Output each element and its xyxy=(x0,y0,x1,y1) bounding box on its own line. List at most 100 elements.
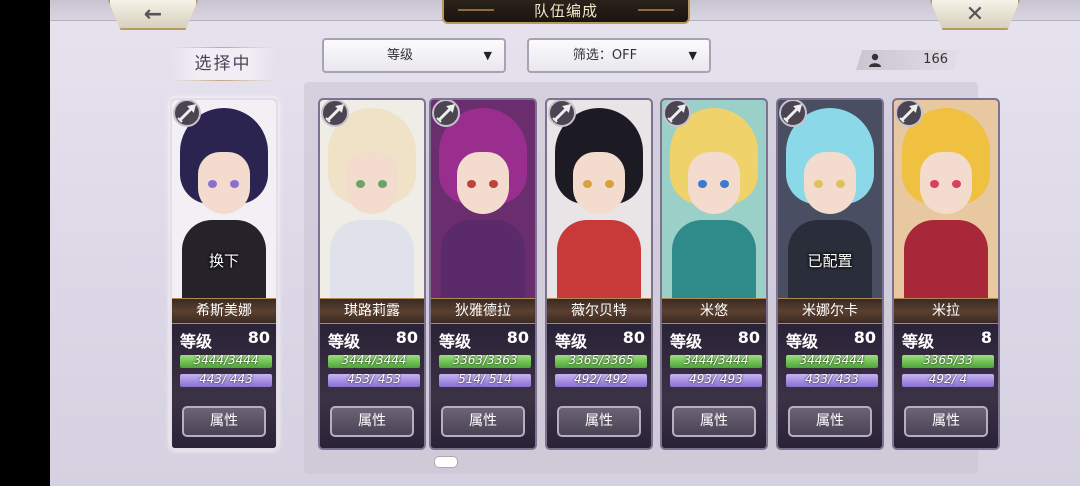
attributes-button[interactable]: 属性 xyxy=(788,406,872,437)
portrait-eye xyxy=(208,180,217,188)
sort-dropdown[interactable]: 等级 ▼ xyxy=(322,38,506,73)
hp-bar: 3444/3444 xyxy=(786,355,878,368)
sort-dropdown-label: 等级 xyxy=(386,48,413,63)
level-row: 等级 80 xyxy=(439,328,529,351)
chevron-down-icon: ▼ xyxy=(483,49,492,62)
chevron-down-icon: ▼ xyxy=(688,49,697,62)
mp-bar: 493/ 493 xyxy=(670,374,762,387)
weapon-type-icon xyxy=(662,100,692,128)
level-row: 等级 80 xyxy=(180,328,270,351)
attributes-button[interactable]: 属性 xyxy=(904,406,988,437)
selected-character-card[interactable]: 换下 希斯美娜 等级 80 3444/3444 443/ 443 属性 xyxy=(170,98,278,450)
portrait-face xyxy=(804,152,856,214)
mp-value: 493/ 493 xyxy=(689,374,743,386)
level-label: 等级 xyxy=(180,332,213,351)
portrait-eye xyxy=(583,180,592,188)
screen-title: 队伍编成 xyxy=(442,0,690,24)
close-button[interactable]: ✕ xyxy=(930,0,1020,30)
character-card[interactable]: 米悠 等级 80 3444/3444 493/ 493 属性 xyxy=(660,98,768,450)
level-label: 等级 xyxy=(786,332,819,351)
user-icon xyxy=(869,53,881,67)
portrait-eye xyxy=(605,180,614,188)
back-arrow-icon: ← xyxy=(143,1,163,27)
level-value: 80 xyxy=(853,328,876,347)
level-value: 80 xyxy=(506,328,529,347)
mp-bar: 443/ 443 xyxy=(180,374,272,387)
portrait-eye xyxy=(720,180,729,188)
character-portrait xyxy=(662,100,766,298)
filter-dropdown[interactable]: 筛选：OFF ▼ xyxy=(527,38,711,73)
weapon-type-icon xyxy=(894,100,924,128)
portrait-body xyxy=(330,220,414,298)
game-screen: ← 队伍编成 ✕ 选择中 等级 ▼ 筛选：OFF ▼ 166 换下 希斯美娜 等级 8… xyxy=(50,0,1080,486)
character-portrait xyxy=(431,100,535,298)
attributes-button[interactable]: 属性 xyxy=(557,406,641,437)
mp-value: 453/ 453 xyxy=(347,374,401,386)
level-value: 80 xyxy=(622,328,645,347)
portrait-face xyxy=(198,152,250,214)
level-label: 等级 xyxy=(439,332,472,351)
character-card[interactable]: 狄雅德拉等级 80 3363/3363 514/ 514 属性 xyxy=(429,98,537,450)
scrollbar-thumb[interactable] xyxy=(434,456,458,468)
weapon-type-icon xyxy=(320,100,350,128)
attributes-button[interactable]: 属性 xyxy=(330,406,414,437)
weapon-type-icon xyxy=(172,100,202,128)
hp-value: 3444/3444 xyxy=(799,355,865,367)
mp-bar: 433/ 433 xyxy=(786,374,878,387)
portrait-face xyxy=(573,152,625,214)
filter-dropdown-label: 筛选：OFF xyxy=(572,48,638,63)
character-name: 狄雅德拉 xyxy=(431,298,535,324)
mp-value: 492/ 4 xyxy=(928,374,968,386)
character-name: 琪路莉露 xyxy=(320,298,424,324)
character-card[interactable]: 琪路莉露 等级 80 3444/3444 453/ 453 属性 xyxy=(318,98,426,450)
character-card[interactable]: 已配置 米娜尔卡 等级 80 3444/3444 433/ 433 属性 xyxy=(776,98,884,450)
count-value: 166 xyxy=(923,52,948,67)
character-stats: 等级 80 3444/3444 433/ 433 属性 xyxy=(778,324,882,448)
attributes-button[interactable]: 属性 xyxy=(441,406,525,437)
portrait-eye xyxy=(489,180,498,188)
back-button[interactable]: ← xyxy=(108,0,198,30)
character-portrait xyxy=(894,100,998,298)
close-icon: ✕ xyxy=(965,1,985,27)
portrait-eye xyxy=(930,180,939,188)
mp-value: 433/ 433 xyxy=(805,374,859,386)
hp-value: 3444/3444 xyxy=(683,355,749,367)
character-stats: 等级 80 3444/3444 493/ 493 属性 xyxy=(662,324,766,448)
mp-bar: 514/ 514 xyxy=(439,374,531,387)
character-name: 米娜尔卡 xyxy=(778,298,882,324)
portrait-face xyxy=(457,152,509,214)
weapon-type-icon xyxy=(431,100,461,128)
portrait-face xyxy=(346,152,398,214)
character-portrait xyxy=(547,100,651,298)
hp-value: 3365/3365 xyxy=(568,355,634,367)
portrait-eye xyxy=(378,180,387,188)
portrait-body xyxy=(672,220,756,298)
character-stats: 等级 80 3363/3363 514/ 514 属性 xyxy=(431,324,535,448)
attributes-button[interactable]: 属性 xyxy=(672,406,756,437)
hp-bar: 3365/3365 xyxy=(555,355,647,368)
portrait-eye xyxy=(467,180,476,188)
hp-value: 3363/3363 xyxy=(452,355,518,367)
portrait-face xyxy=(688,152,740,214)
character-count: 166 xyxy=(856,50,960,70)
weapon-type-icon xyxy=(778,100,808,128)
character-stats: 等级 80 3444/3444 443/ 443 属性 xyxy=(172,324,276,448)
hp-value: 3444/3444 xyxy=(193,355,259,367)
character-stats: 等级 8 3365/33 492/ 4 属性 xyxy=(894,324,998,448)
portrait-body xyxy=(441,220,525,298)
attributes-button[interactable]: 属性 xyxy=(182,406,266,437)
portrait-eye xyxy=(952,180,961,188)
character-card[interactable]: 薇尔贝特 等级 80 3365/3365 492/ 492 属性 xyxy=(545,98,653,450)
selecting-label: 选择中 xyxy=(170,47,276,81)
portrait-eye xyxy=(836,180,845,188)
level-label: 等级 xyxy=(902,332,935,351)
character-stats: 等级 80 3444/3444 453/ 453 属性 xyxy=(320,324,424,448)
character-name: 米拉 xyxy=(894,298,998,324)
level-row: 等级 8 xyxy=(902,328,992,351)
level-value: 80 xyxy=(395,328,418,347)
portrait-eye xyxy=(698,180,707,188)
scrollbar-track[interactable] xyxy=(320,459,964,465)
mp-value: 514/ 514 xyxy=(458,374,512,386)
character-card[interactable]: 米拉 等级 8 3365/33 492/ 4 属性 xyxy=(892,98,1000,450)
hp-bar: 3444/3444 xyxy=(328,355,420,368)
